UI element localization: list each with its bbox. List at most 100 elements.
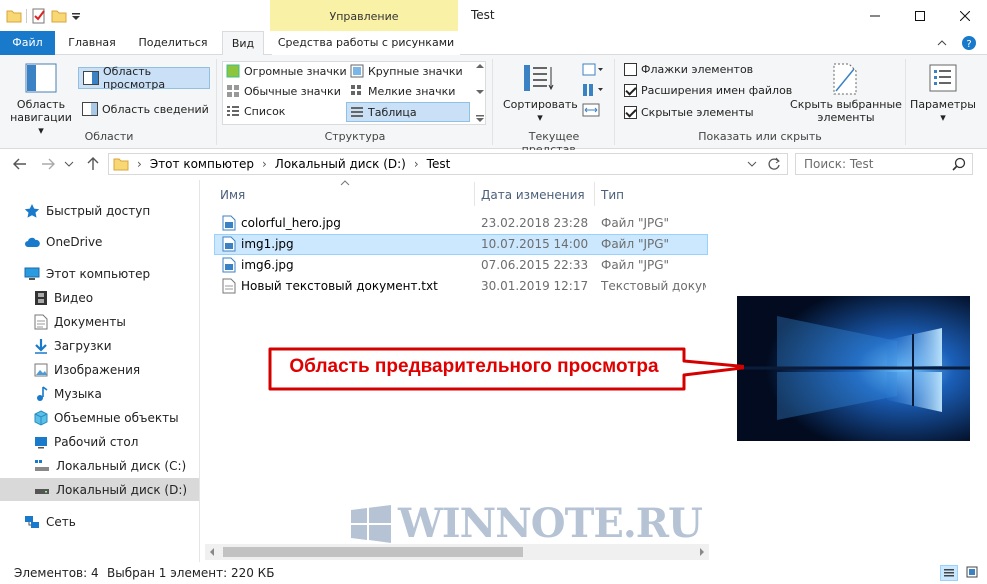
breadcrumb-test[interactable]: Test [427, 157, 451, 171]
tab-picture-tools[interactable]: Средства работы с рисунками [272, 31, 460, 55]
scroll-right-icon[interactable] [699, 548, 705, 556]
nav-desktop[interactable]: Рабочий стол [0, 430, 199, 453]
scroll-left-icon[interactable] [209, 548, 215, 556]
windows-drive-icon [34, 459, 50, 473]
table-row-selected[interactable]: img1.jpg 10.07.2015 14:00 Файл "JPG" [214, 234, 708, 255]
large-icons-label: Крупные значки [368, 64, 463, 78]
nav-onedrive[interactable]: OneDrive [0, 230, 199, 253]
file-extensions-toggle[interactable]: Расширения имен файлов [624, 84, 792, 97]
sort-by-button[interactable]: Сортировать ▾ [503, 98, 578, 124]
recent-locations-icon[interactable] [64, 159, 74, 169]
hide-selected-button[interactable]: Скрыть выбранные элементы [790, 98, 902, 124]
nav-pictures[interactable]: Изображения [0, 358, 199, 381]
options-button[interactable]: Параметры ▾ [910, 98, 976, 124]
large-icons-toggle-icon[interactable] [964, 565, 982, 581]
qat-dropdown-icon[interactable] [71, 8, 81, 24]
breadcrumb-separator-icon: › [137, 157, 142, 171]
column-header-type[interactable]: Тип [601, 188, 624, 202]
nav-documents[interactable]: Документы [0, 310, 199, 333]
minimize-button[interactable] [852, 0, 897, 31]
scrollbar-thumb[interactable] [223, 547, 523, 557]
refresh-icon[interactable] [767, 157, 781, 171]
nav-downloads[interactable]: Загрузки [0, 334, 199, 357]
breadcrumb-this-pc[interactable]: Этот компьютер [150, 157, 254, 171]
maximize-button[interactable] [897, 0, 942, 31]
file-type: Текстовый докум... [601, 279, 706, 293]
large-icons-option[interactable]: Крупные значки [350, 64, 463, 78]
download-arrow-icon [34, 338, 48, 354]
preview-pane-button[interactable]: Область просмотра [78, 65, 210, 91]
huge-icons-icon [226, 64, 240, 78]
folder-icon[interactable] [6, 8, 22, 24]
nav-music[interactable]: Музыка [0, 382, 199, 405]
nav-disk-d[interactable]: Локальный диск (D:) [0, 478, 199, 501]
item-checkboxes-checkbox[interactable] [624, 63, 637, 76]
nav-3d-objects[interactable]: Объемные объекты [0, 406, 199, 429]
tab-file[interactable]: Файл [0, 31, 55, 55]
context-tab-manage[interactable]: Управление [270, 0, 458, 33]
layout-gallery-scroll[interactable] [475, 63, 485, 123]
nav-this-pc[interactable]: Этот компьютер [0, 262, 199, 285]
table-row[interactable]: Новый текстовый документ.txt 30.01.2019 … [214, 276, 708, 297]
hidden-items-checkbox[interactable] [624, 106, 637, 119]
column-divider[interactable] [594, 182, 595, 206]
up-arrow-icon[interactable] [85, 156, 101, 172]
file-extensions-checkbox[interactable] [624, 84, 637, 97]
sort-by-icon[interactable] [522, 63, 556, 93]
close-button[interactable] [942, 0, 987, 31]
details-pane-button[interactable]: Область сведений [82, 99, 209, 119]
quick-access-toolbar [6, 6, 81, 26]
search-input[interactable]: Поиск: Test [795, 153, 973, 175]
options-icon[interactable] [929, 64, 957, 92]
file-name: colorful_hero.jpg [241, 216, 341, 230]
forward-arrow-icon[interactable] [40, 156, 56, 172]
address-dropdown-icon[interactable] [747, 159, 757, 169]
scroll-up-icon[interactable] [476, 63, 484, 69]
column-header-date[interactable]: Дата изменения [481, 188, 585, 202]
add-columns-icon[interactable] [582, 83, 604, 97]
search-icon[interactable] [952, 157, 966, 171]
nav-pane-divider[interactable] [199, 180, 200, 562]
details-view-option[interactable]: Таблица [346, 102, 470, 122]
table-row[interactable]: colorful_hero.jpg 23.02.2018 23:28 Файл … [214, 213, 708, 234]
desktop-icon [34, 435, 48, 449]
gallery-more-icon[interactable] [476, 115, 484, 123]
file-type: Файл "JPG" [601, 216, 670, 230]
scroll-down-icon[interactable] [476, 89, 484, 95]
column-divider[interactable] [474, 182, 475, 206]
small-icons-option[interactable]: Мелкие значки [350, 84, 455, 98]
current-view-small-buttons [582, 63, 604, 117]
navigation-pane-icon[interactable] [25, 63, 57, 93]
item-checkboxes-toggle[interactable]: Флажки элементов [624, 63, 753, 76]
new-folder-icon[interactable] [51, 8, 67, 24]
table-row[interactable]: img6.jpg 07.06.2015 22:33 Файл "JPG" [214, 255, 708, 276]
details-view-toggle-icon[interactable] [940, 565, 958, 581]
chevron-up-icon[interactable] [937, 39, 947, 47]
file-date: 23.02.2018 23:28 [481, 216, 589, 230]
layout-group-label: Структура [324, 130, 386, 143]
nav-disk-c[interactable]: Локальный диск (C:) [0, 454, 199, 477]
medium-icons-option[interactable]: Обычные значки [226, 84, 341, 98]
details-pane-label: Область сведений [102, 102, 209, 116]
tab-view[interactable]: Вид [222, 31, 264, 56]
address-bar[interactable]: › Этот компьютер › Локальный диск (D:) ›… [108, 153, 788, 175]
nav-network[interactable]: Сеть [0, 510, 199, 533]
tab-home[interactable]: Главная [60, 31, 124, 55]
size-columns-icon[interactable] [582, 103, 604, 117]
hidden-items-toggle[interactable]: Скрытые элементы [624, 106, 754, 119]
text-file-icon [222, 278, 236, 294]
huge-icons-option[interactable]: Огромные значки [226, 64, 347, 78]
hide-selected-icon[interactable] [832, 63, 858, 95]
column-header-name[interactable]: Имя [220, 188, 245, 202]
properties-icon[interactable] [31, 8, 47, 24]
nav-quick-access[interactable]: Быстрый доступ [0, 199, 199, 222]
help-icon[interactable]: ? [961, 35, 977, 51]
nav-videos[interactable]: Видео [0, 286, 199, 309]
list-option[interactable]: Список [226, 104, 285, 118]
breadcrumb-disk-d[interactable]: Локальный диск (D:) [275, 157, 406, 171]
back-arrow-icon[interactable] [12, 156, 28, 172]
group-by-icon[interactable] [582, 63, 604, 77]
nav-pictures-label: Изображения [54, 362, 141, 377]
tab-share[interactable]: Поделиться [134, 31, 212, 55]
windows-logo-icon [350, 504, 392, 544]
